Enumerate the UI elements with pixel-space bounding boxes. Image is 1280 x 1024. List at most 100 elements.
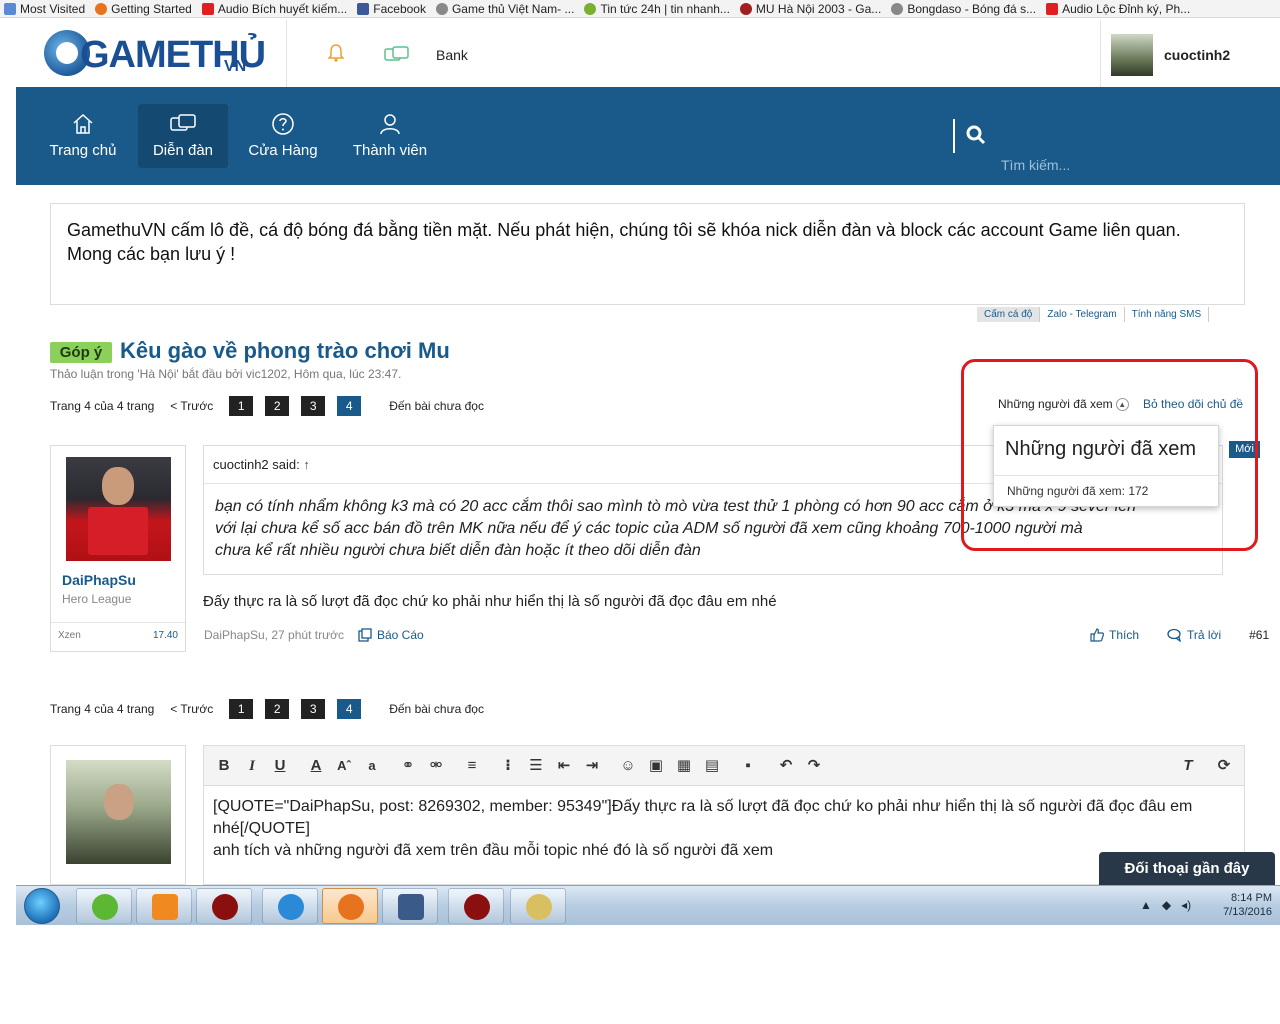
page-button-current[interactable]: 4: [337, 699, 362, 719]
numbered-list-icon[interactable]: ☰: [526, 756, 546, 776]
start-button[interactable]: [24, 888, 60, 924]
nav-home[interactable]: Trang chủ: [40, 104, 126, 168]
page-button[interactable]: 2: [265, 396, 290, 416]
like-button[interactable]: Thích: [1090, 628, 1153, 642]
page-button[interactable]: 2: [265, 699, 290, 719]
username[interactable]: cuoctinh2: [1164, 47, 1230, 63]
nav-home-label: Trang chủ: [49, 142, 117, 159]
conversations-icon[interactable]: [384, 46, 410, 62]
page-label: Trang 4 của 4 trang: [50, 702, 155, 716]
author-avatar[interactable]: [66, 457, 171, 561]
image-icon[interactable]: ▣: [646, 756, 666, 776]
notice-tab-betting[interactable]: Cấm cá độ: [977, 307, 1041, 322]
recent-conversations-button[interactable]: Đối thoại gần đây: [1099, 852, 1275, 885]
site-logo[interactable]: GAMETHỦ VN: [44, 28, 266, 80]
align-icon[interactable]: ≡: [462, 756, 482, 776]
taskbar-app-media[interactable]: [136, 888, 192, 924]
font-color-icon[interactable]: A: [306, 756, 326, 776]
user-avatar[interactable]: [1111, 34, 1153, 76]
editor-content[interactable]: [QUOTE="DaiPhapSu, post: 8269302, member…: [213, 796, 1233, 862]
smiley-icon[interactable]: ☺: [618, 756, 638, 776]
media-player-icon: [152, 894, 178, 920]
page-button-current[interactable]: 4: [337, 396, 362, 416]
ie-icon: [278, 894, 304, 920]
thread-title: Kêu gào về phong trào chơi Mu: [120, 338, 450, 363]
notice-tab-sms[interactable]: Tính năng SMS: [1125, 307, 1210, 322]
bookmark-game-thu[interactable]: Game thủ Việt Nam- ...: [432, 2, 581, 16]
link-icon[interactable]: ⚭: [398, 756, 418, 776]
search-icon[interactable]: [966, 125, 986, 145]
quote-jump-icon[interactable]: ↑: [303, 457, 310, 472]
page-button[interactable]: 3: [301, 396, 326, 416]
news-icon: [584, 2, 597, 15]
quote-line: với lại chưa kể số acc bán đồ trên MK nữ…: [215, 520, 1083, 537]
page-button[interactable]: 1: [229, 396, 254, 416]
reply-button[interactable]: Trả lời: [1167, 628, 1235, 642]
unlink-icon[interactable]: ⚮: [426, 756, 446, 776]
toggle-bbcode-icon[interactable]: ⟳: [1214, 756, 1234, 776]
bookmark-audio-bich-huyet[interactable]: Audio Bích huyết kiếm...: [198, 2, 353, 16]
clock[interactable]: 8:14 PM 7/13/2016: [1223, 891, 1272, 919]
underline-icon[interactable]: U: [270, 756, 290, 776]
prev-page-link[interactable]: < Trước: [170, 702, 213, 716]
bullet-list-icon[interactable]: ⁝: [498, 756, 518, 776]
search-input[interactable]: Tìm kiếm...: [1001, 157, 1070, 173]
taskbar-app-ie[interactable]: [262, 888, 318, 924]
like-label: Thích: [1109, 628, 1140, 642]
font-family-icon[interactable]: a: [362, 756, 382, 776]
mu-game-icon: [212, 894, 238, 920]
taskbar-app-paint[interactable]: [510, 888, 566, 924]
bookmark-bongdaso[interactable]: Bongdaso - Bóng đá s...: [887, 2, 1042, 16]
firefox-icon: [95, 2, 108, 15]
unread-link[interactable]: Đến bài chưa đọc: [389, 702, 484, 716]
tray-expand-icon[interactable]: ▲: [1140, 898, 1152, 912]
clear-format-icon[interactable]: T: [1178, 756, 1198, 776]
notice-tab-zalo[interactable]: Zalo - Telegram: [1040, 307, 1125, 322]
help-icon: [272, 113, 294, 135]
insert-icon[interactable]: ▤: [702, 756, 722, 776]
save-draft-icon[interactable]: ▪: [738, 756, 758, 776]
bookmark-most-visited[interactable]: Most Visited: [0, 2, 91, 16]
reply-author-card: [50, 745, 186, 885]
bold-icon[interactable]: B: [214, 756, 234, 776]
unread-link[interactable]: Đến bài chưa đọc: [389, 399, 484, 413]
report-link[interactable]: Báo Cáo: [358, 628, 424, 642]
author-name[interactable]: DaiPhapSu: [62, 572, 136, 588]
page-button[interactable]: 3: [301, 699, 326, 719]
italic-icon[interactable]: I: [242, 756, 262, 776]
watchers-toggle[interactable]: Những người đã xem ▲: [998, 397, 1129, 411]
nav-shop[interactable]: Cửa Hàng: [238, 104, 328, 168]
network-icon[interactable]: ◆: [1162, 898, 1171, 912]
bookmark-getting-started[interactable]: Getting Started: [91, 2, 198, 16]
bookmark-facebook[interactable]: Facebook: [353, 2, 432, 16]
bookmark-mu-ha-noi[interactable]: MU Hà Nội 2003 - Ga...: [736, 2, 887, 16]
thread-prefix-tag[interactable]: Góp ý: [50, 342, 112, 363]
taskbar-app-firefox[interactable]: [322, 888, 378, 924]
indent-icon[interactable]: ⇥: [582, 756, 602, 776]
bookmark-tin-tuc[interactable]: Tin tức 24h | tin nhanh...: [580, 2, 735, 16]
header-divider: [286, 20, 287, 87]
media-icon[interactable]: ▦: [674, 756, 694, 776]
globe-icon: [891, 2, 904, 15]
taskbar-app-mu2[interactable]: [448, 888, 504, 924]
bank-link[interactable]: Bank: [436, 47, 468, 63]
bookmark-audio-loc-dinh[interactable]: Audio Lộc Đỉnh ký, Ph...: [1042, 2, 1196, 16]
nav-members[interactable]: Thành viên: [344, 104, 436, 168]
volume-icon[interactable]: ◂): [1181, 898, 1191, 912]
new-badge: Mới: [1229, 441, 1260, 458]
post-author-time[interactable]: DaiPhapSu, 27 phút trước: [204, 628, 344, 642]
taskbar-app-mu[interactable]: [196, 888, 252, 924]
redo-icon[interactable]: ↷: [804, 756, 824, 776]
notice-box: GamethuVN cấm lô đề, cá độ bóng đá bằng …: [50, 203, 1245, 305]
outdent-icon[interactable]: ⇤: [554, 756, 574, 776]
nav-forum[interactable]: Diễn đàn: [138, 104, 228, 168]
unfollow-thread-link[interactable]: Bỏ theo dõi chủ đề: [1143, 397, 1243, 411]
font-size-icon[interactable]: Aˆ: [334, 756, 354, 776]
taskbar-app-virtualbox[interactable]: [382, 888, 438, 924]
prev-page-link[interactable]: < Trước: [170, 399, 213, 413]
bell-icon[interactable]: [328, 44, 344, 62]
taskbar-app-coccoc[interactable]: [76, 888, 132, 924]
page-button[interactable]: 1: [229, 699, 254, 719]
post-number[interactable]: #61: [1249, 628, 1269, 642]
undo-icon[interactable]: ↶: [776, 756, 796, 776]
